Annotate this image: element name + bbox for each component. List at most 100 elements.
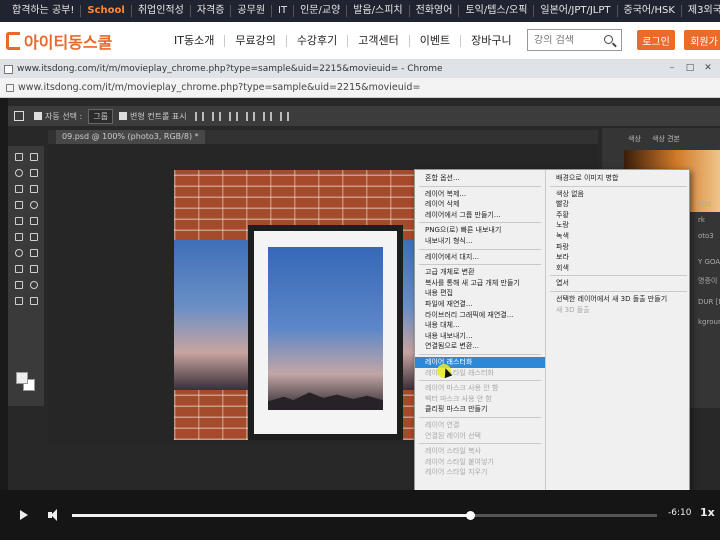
auto-select-dropdown[interactable]: 그룹 <box>88 108 113 124</box>
layer-name[interactable]: Mat <box>698 200 711 208</box>
context-menu-item[interactable]: 복사를 통해 새 고급 개체 만들기 <box>415 278 545 289</box>
context-menu-item[interactable]: 내보내기 형식... <box>415 236 545 247</box>
context-menu-item[interactable]: 파랑 <box>546 242 691 253</box>
playback-speed[interactable]: 1x <box>700 506 715 519</box>
context-menu-item[interactable]: 내용 대체... <box>415 320 545 331</box>
zoom-tool-icon[interactable] <box>29 296 39 306</box>
category-link[interactable]: IT <box>272 5 295 17</box>
panel-tab-color[interactable]: 색상 <box>628 134 641 144</box>
context-menu-item[interactable]: 고급 개체로 변환 <box>415 267 545 278</box>
align-top-icon[interactable] <box>245 111 255 121</box>
context-menu-item[interactable]: 색상 없음 <box>546 189 691 200</box>
nav-item[interactable]: 이벤트 <box>410 34 462 47</box>
minimize-icon[interactable]: – <box>664 63 680 74</box>
layer-name[interactable]: oto3 <box>698 232 714 240</box>
auto-select-checkbox[interactable] <box>34 112 42 120</box>
gradient-tool-icon[interactable] <box>29 232 39 242</box>
seek-bar[interactable] <box>72 511 657 520</box>
seek-handle[interactable] <box>465 511 475 520</box>
lasso-tool-icon[interactable] <box>14 168 24 178</box>
login-button[interactable]: 로그인 <box>637 30 675 50</box>
type-tool-icon[interactable] <box>29 264 39 274</box>
nav-item[interactable]: IT동소개 <box>164 34 226 47</box>
layer-name[interactable]: kgroun <box>698 318 720 326</box>
foreground-color-swatch[interactable] <box>16 372 28 384</box>
search-icon[interactable] <box>604 35 613 44</box>
context-menu-item[interactable]: 레이어 삭제 <box>415 199 545 210</box>
context-menu-item[interactable]: 내용 내보내기... <box>415 331 545 342</box>
context-menu-item[interactable]: PNG으(로) 빠른 내보내기 <box>415 225 545 236</box>
signup-button[interactable]: 회원가 <box>684 30 720 50</box>
nav-item[interactable]: 장바구니 <box>461 34 521 47</box>
hand-tool-icon[interactable] <box>14 296 24 306</box>
crop-tool-icon[interactable] <box>14 184 24 194</box>
healing-tool-icon[interactable] <box>14 200 24 210</box>
brush-tool-icon[interactable] <box>29 200 39 210</box>
align-left-icon[interactable] <box>194 111 204 121</box>
transform-controls-checkbox[interactable] <box>118 112 127 120</box>
move-tool-icon[interactable] <box>14 152 24 162</box>
layer-name[interactable]: DUR [M <box>698 298 720 306</box>
align-middle-icon[interactable] <box>262 111 272 121</box>
layer-name[interactable]: Y GOAI is <box>698 258 720 266</box>
context-menu-item[interactable]: 회색 <box>546 263 691 274</box>
layer-name[interactable]: 명증이 <box>698 276 717 286</box>
category-link[interactable]: 인문/교양 <box>294 5 348 17</box>
move-tool-icon[interactable] <box>14 111 24 121</box>
marquee-tool-icon[interactable] <box>29 152 39 162</box>
maximize-icon[interactable]: □ <box>682 63 698 74</box>
category-link[interactable]: 토익/텝스/오픽 <box>459 5 535 17</box>
close-icon[interactable]: ✕ <box>700 63 716 74</box>
category-link[interactable]: 공무원 <box>231 5 273 17</box>
panel-tab-swatches[interactable]: 색상 견본 <box>652 134 680 144</box>
search-input[interactable] <box>534 34 598 46</box>
address-bar[interactable]: www.itsdong.com/it/m/movieplay_chrome.ph… <box>0 78 720 98</box>
history-brush-tool-icon[interactable] <box>29 216 39 226</box>
context-menu-item[interactable]: 레이어에서 대지... <box>415 252 545 263</box>
category-link[interactable]: School <box>81 5 132 17</box>
path-select-tool-icon[interactable] <box>14 280 24 290</box>
context-menu-item[interactable]: 클리핑 마스크 만들기 <box>415 404 545 415</box>
context-menu-item[interactable]: 레이어 래스터화 <box>415 357 545 368</box>
search-box[interactable] <box>527 29 622 51</box>
context-menu-item[interactable]: 선택한 레이어에서 새 3D 돌출 만들기 <box>546 294 691 305</box>
category-link[interactable]: 전화영어 <box>410 5 460 17</box>
document-tab[interactable]: 09.psd @ 100% (photo3, RGB/8) * <box>56 130 205 144</box>
category-link[interactable]: 자격증 <box>191 5 232 17</box>
context-menu-item[interactable]: 레이어 복제... <box>415 189 545 200</box>
align-center-icon[interactable] <box>211 111 221 121</box>
category-link[interactable]: 일본어/JPT/JLPT <box>534 5 618 17</box>
pen-tool-icon[interactable] <box>14 264 24 274</box>
layer-name[interactable]: rk <box>698 216 705 224</box>
site-logo[interactable]: 아이티동스쿨 <box>6 29 156 53</box>
context-menu-item[interactable]: 혼합 옵션... <box>415 173 545 184</box>
context-menu-item[interactable]: 보라 <box>546 252 691 263</box>
category-link[interactable]: 발음/스피치 <box>347 5 410 17</box>
context-menu-item[interactable]: 라이브러리 그래픽에 재연결... <box>415 310 545 321</box>
context-menu-item[interactable]: 내용 편집 <box>415 288 545 299</box>
eyedropper-tool-icon[interactable] <box>29 184 39 194</box>
blur-tool-icon[interactable] <box>14 248 24 258</box>
context-menu-item[interactable]: 빨강 <box>546 199 691 210</box>
eraser-tool-icon[interactable] <box>14 232 24 242</box>
stamp-tool-icon[interactable] <box>14 216 24 226</box>
dodge-tool-icon[interactable] <box>29 248 39 258</box>
shape-tool-icon[interactable] <box>29 280 39 290</box>
category-link[interactable]: 제3외국 <box>682 5 720 17</box>
play-icon[interactable] <box>20 510 28 520</box>
category-link[interactable]: 취업인적성 <box>132 5 191 17</box>
context-menu-item[interactable]: 주황 <box>546 210 691 221</box>
context-menu-item[interactable]: 레이어에서 그룹 만들기... <box>415 210 545 221</box>
align-bottom-icon[interactable] <box>279 111 289 121</box>
category-link[interactable]: 중국어/HSK <box>618 5 682 17</box>
nav-item[interactable]: 무료강의 <box>225 34 287 47</box>
context-menu-item[interactable]: 녹색 <box>546 231 691 242</box>
nav-item[interactable]: 고객센터 <box>348 34 410 47</box>
category-link[interactable]: 합격하는 공부! <box>6 5 82 17</box>
context-menu-item[interactable]: 엽서 <box>546 278 691 289</box>
volume-icon[interactable] <box>48 509 60 521</box>
context-menu-item[interactable]: 노랑 <box>546 220 691 231</box>
quick-select-tool-icon[interactable] <box>29 168 39 178</box>
align-right-icon[interactable] <box>228 111 238 121</box>
context-menu-item[interactable]: 배경으로 이미지 병합 <box>546 173 691 184</box>
